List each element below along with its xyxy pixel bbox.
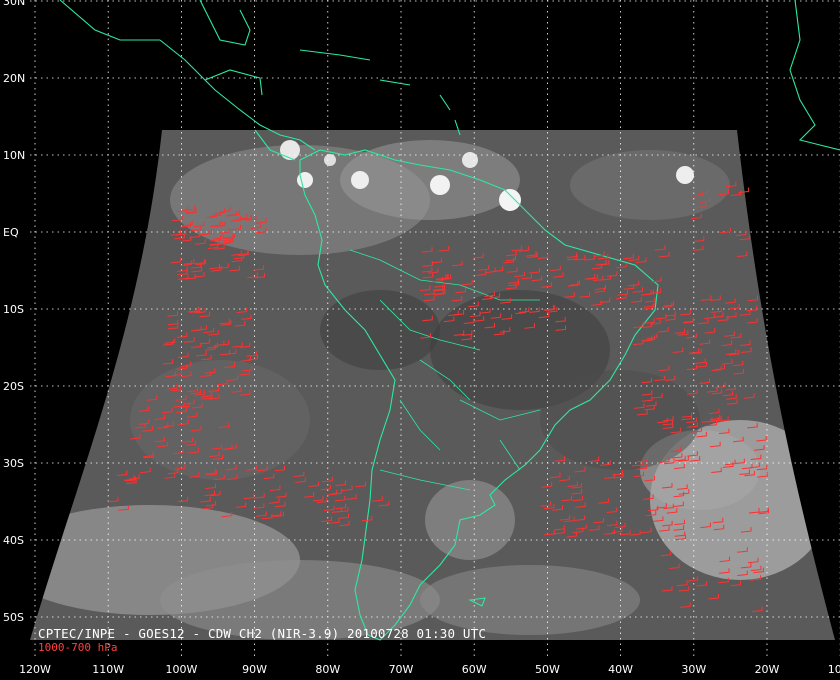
longitude-label: 70W	[389, 663, 414, 676]
longitude-label: 90W	[242, 663, 267, 676]
longitude-label: 60W	[462, 663, 487, 676]
longitude-label: 40W	[608, 663, 633, 676]
latitude-label: EQ	[3, 226, 19, 239]
image-caption: CPTEC/INPE - GOES12 - CDW CH2 (NIR-3.9) …	[38, 626, 486, 641]
latitude-label: 30S	[3, 457, 24, 470]
latitude-label: 20N	[3, 72, 25, 85]
longitude-label: 120W	[19, 663, 51, 676]
longitude-label: 10W	[828, 663, 840, 676]
latitude-label: 50S	[3, 611, 24, 624]
satellite-wind-map: 30N 20N 10N EQ 10S 20S 30S 40S 50S 120W 110W 100W 9…	[0, 0, 840, 680]
longitude-label: 110W	[92, 663, 124, 676]
latitude-label: 20S	[3, 380, 24, 393]
latitude-label: 40S	[3, 534, 24, 547]
longitude-label: 30W	[681, 663, 706, 676]
latitude-label: 30N	[3, 0, 25, 8]
pressure-level-label: 1000-700 hPa	[38, 641, 117, 654]
longitude-label: 100W	[165, 663, 197, 676]
longitude-label: 80W	[315, 663, 340, 676]
longitude-label: 50W	[535, 663, 560, 676]
latitude-label: 10S	[3, 303, 24, 316]
latitude-label: 10N	[3, 149, 25, 162]
longitude-label: 20W	[755, 663, 780, 676]
